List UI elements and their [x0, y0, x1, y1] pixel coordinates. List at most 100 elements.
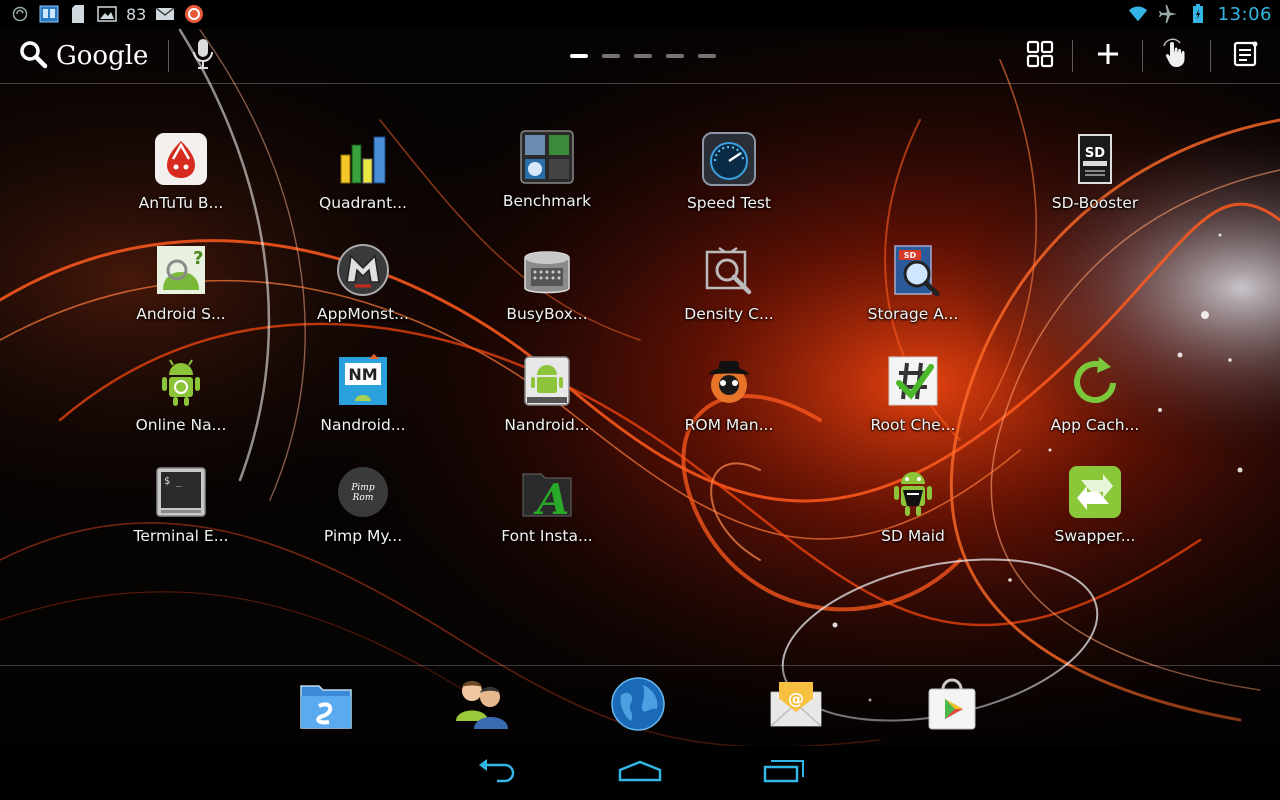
app-nandroid-browser[interactable]: Nandroid... — [472, 352, 622, 452]
gesture-icon — [1160, 38, 1192, 74]
svg-text:SD: SD — [904, 251, 917, 260]
app-label: BusyBox... — [506, 305, 588, 323]
page-indicator — [570, 54, 716, 58]
app-label: Quadrant... — [319, 194, 407, 212]
sync-icon — [10, 4, 30, 24]
app-sd-booster[interactable]: SD SD-Booster — [1020, 130, 1170, 230]
add-icon — [1096, 42, 1120, 70]
app-label: Swapper... — [1054, 527, 1136, 545]
back-button[interactable] — [456, 753, 536, 793]
svg-text:?: ? — [193, 248, 203, 269]
voice-search-button[interactable] — [185, 36, 221, 76]
app-cache-cleaner-icon — [1066, 352, 1124, 410]
app-android-system-info[interactable]: ? Android S... — [106, 241, 256, 341]
storage-analyser-icon: SD — [884, 241, 942, 299]
app-app-cache-cleaner[interactable]: App Cach... — [1020, 352, 1170, 452]
benchmark-folder-icon — [518, 128, 576, 186]
navigation-bar — [0, 746, 1280, 800]
app-density-changer[interactable]: Density C... — [654, 241, 804, 341]
all-apps-icon — [1026, 40, 1054, 72]
dock: @ — [0, 666, 1280, 746]
nandroid-manager-icon: NM — [334, 352, 392, 410]
app-pimp-my-rom[interactable]: Pimp Rom Pimp My... — [288, 463, 438, 563]
wifi-icon — [1128, 4, 1148, 24]
app-label: SD-Booster — [1051, 194, 1139, 212]
email-icon: @ — [767, 678, 825, 734]
speed-test-icon — [700, 130, 758, 188]
browser-icon — [609, 675, 667, 737]
online-nandroid-icon — [152, 352, 210, 410]
app-sd-maid[interactable]: SD Maid — [838, 463, 988, 563]
app-label: Nandroid... — [320, 416, 406, 434]
pimp-my-rom-icon: Pimp Rom — [334, 463, 392, 521]
app-root-checker[interactable]: Root Che... — [838, 352, 988, 452]
status-bar: 83 13:06 — [0, 0, 1280, 28]
page-dot — [602, 54, 620, 58]
app-appmonster[interactable]: AppMonst... — [288, 241, 438, 341]
google-search-button[interactable]: Google — [18, 36, 148, 76]
antutu-icon — [152, 130, 210, 188]
sd-maid-icon — [884, 463, 942, 521]
dock-email[interactable]: @ — [764, 674, 828, 738]
airplane-icon — [1158, 4, 1178, 24]
app-label: Online Na... — [135, 416, 227, 434]
gallery-icon — [97, 4, 117, 24]
svg-text:$ _: $ _ — [164, 476, 183, 487]
app-label: Storage A... — [867, 305, 959, 323]
home-button[interactable] — [600, 753, 680, 793]
app-label: AnTuTu B... — [138, 194, 224, 212]
app-storage-analyser[interactable]: SD Storage A... — [838, 241, 988, 341]
svg-text:SD: SD — [1085, 146, 1105, 161]
app-terminal-emulator[interactable]: $ _ Terminal E... — [106, 463, 256, 563]
gesture-button[interactable] — [1154, 36, 1198, 76]
app-antutu[interactable]: AnTuTu B... — [106, 130, 256, 230]
recent-apps-button[interactable] — [744, 753, 824, 793]
app-label: Nandroid... — [504, 416, 590, 434]
app-label: ROM Man... — [684, 416, 774, 434]
root-checker-icon — [884, 352, 942, 410]
app-online-nandroid[interactable]: Online Na... — [106, 352, 256, 452]
terminal-emulator-icon: $ _ — [152, 463, 210, 521]
app-grid: AnTuTu B... Quadrant... Benchmark Speed … — [0, 84, 1280, 664]
search-icon — [18, 39, 48, 73]
svg-text:A: A — [533, 475, 570, 520]
app-label: Root Che... — [870, 416, 956, 434]
app-label: AppMonst... — [317, 305, 409, 323]
app-speed-test[interactable]: Speed Test — [654, 130, 804, 230]
google-search-label: Google — [56, 41, 149, 71]
app-busybox[interactable]: BusyBox... — [472, 241, 622, 341]
divider — [168, 40, 169, 72]
font-installer-icon: A — [518, 463, 576, 521]
notification-count: 83 — [126, 4, 147, 24]
svg-text:Pimp: Pimp — [350, 483, 374, 493]
back-icon — [475, 759, 517, 787]
swapper-icon — [1066, 463, 1124, 521]
app-font-installer[interactable]: A Font Insta... — [472, 463, 622, 563]
dock-contacts[interactable] — [450, 674, 514, 738]
page-dot — [666, 54, 684, 58]
page-dot-active — [570, 54, 588, 58]
app-quadrant[interactable]: Quadrant... — [288, 130, 438, 230]
app-benchmark-folder[interactable]: Benchmark — [472, 128, 622, 228]
app-nandroid-manager[interactable]: NM Nandroid... — [288, 352, 438, 452]
rom-manager-icon — [700, 352, 758, 410]
app-swapper[interactable]: Swapper... — [1020, 463, 1170, 563]
ebook-icon — [39, 4, 59, 24]
all-apps-button[interactable] — [1018, 36, 1062, 76]
menu-button[interactable] — [1224, 36, 1268, 76]
app-label: Benchmark — [502, 192, 592, 210]
app-rom-manager[interactable]: ROM Man... — [654, 352, 804, 452]
quadrant-icon — [334, 130, 392, 188]
menu-icon — [1233, 40, 1259, 72]
add-button[interactable] — [1086, 36, 1130, 76]
app-label: App Cach... — [1050, 416, 1140, 434]
sd-card-icon — [68, 4, 88, 24]
busybox-icon — [518, 241, 576, 299]
home-icon — [618, 760, 662, 786]
dock-play-store[interactable] — [920, 674, 984, 738]
app-label: Speed Test — [686, 194, 772, 212]
page-dot — [634, 54, 652, 58]
battery-icon — [1188, 4, 1208, 24]
dock-file-manager[interactable] — [294, 674, 358, 738]
dock-browser[interactable] — [606, 674, 670, 738]
